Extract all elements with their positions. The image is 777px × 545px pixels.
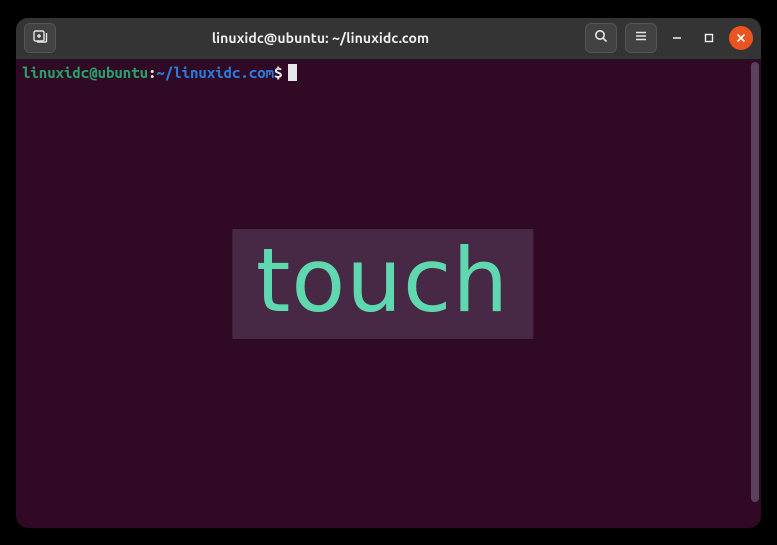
close-button[interactable]	[729, 26, 753, 50]
window-title: linuxidc@ubuntu: ~/linuxidc.com	[64, 30, 577, 46]
terminal-window: linuxidc@ubuntu: ~/linuxidc.com	[16, 18, 761, 528]
maximize-button[interactable]	[697, 26, 721, 50]
terminal-body: linuxidc@ubuntu:~/linuxidc.com$ touch	[16, 60, 761, 528]
prompt-line: linuxidc@ubuntu:~/linuxidc.com$	[22, 64, 743, 82]
search-button[interactable]	[585, 23, 617, 53]
scrollbar-track[interactable]	[749, 60, 761, 528]
watermark-text: touch	[256, 229, 509, 332]
prompt-user-host: linuxidc@ubuntu	[22, 64, 148, 82]
prompt-separator: :	[148, 64, 156, 82]
minimize-button[interactable]	[665, 26, 689, 50]
minimize-icon	[672, 29, 682, 47]
search-icon	[593, 28, 609, 48]
titlebar-left	[24, 23, 56, 53]
hamburger-icon	[633, 28, 649, 48]
text-cursor	[288, 64, 297, 81]
close-icon	[736, 29, 746, 47]
new-tab-button[interactable]	[24, 23, 56, 53]
watermark-overlay: touch	[232, 229, 533, 339]
menu-button[interactable]	[625, 23, 657, 53]
prompt-symbol: $	[274, 64, 282, 82]
new-tab-icon	[32, 28, 48, 48]
terminal-content[interactable]: linuxidc@ubuntu:~/linuxidc.com$ touch	[16, 60, 749, 528]
titlebar: linuxidc@ubuntu: ~/linuxidc.com	[16, 18, 761, 60]
prompt-path: ~/linuxidc.com	[156, 64, 274, 82]
scrollbar-thumb[interactable]	[751, 62, 759, 502]
titlebar-right	[585, 23, 753, 53]
maximize-icon	[704, 29, 714, 47]
